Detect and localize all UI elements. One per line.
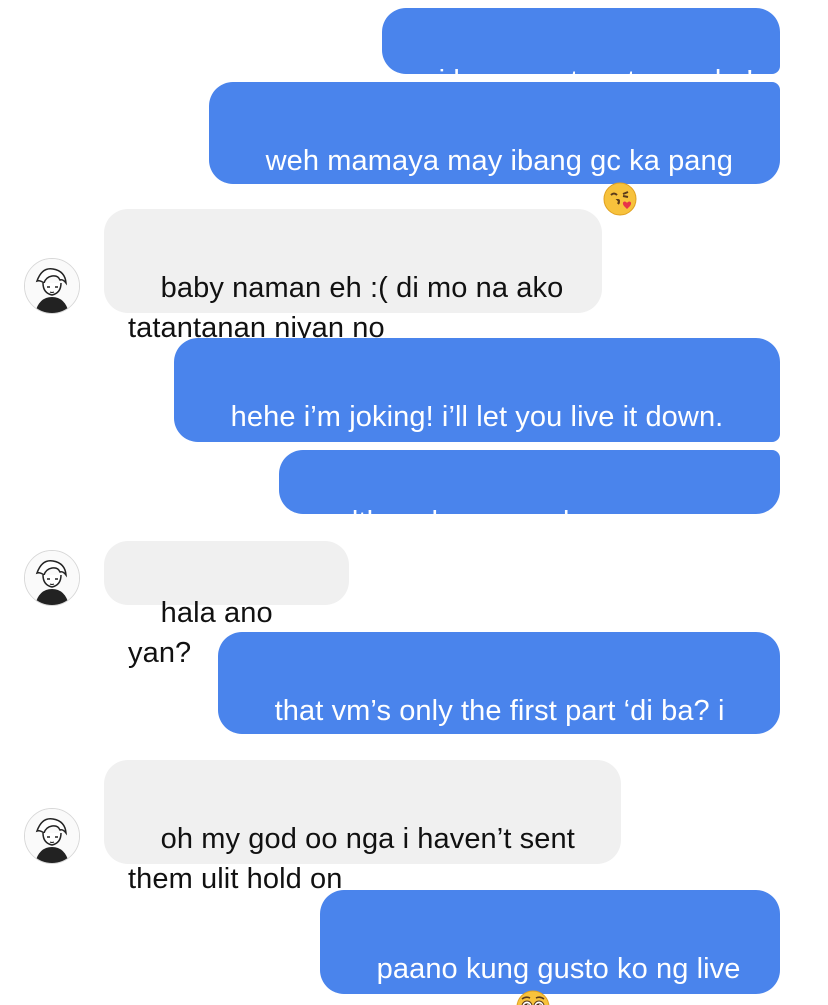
contact-avatar[interactable] (24, 808, 80, 864)
outgoing-message[interactable]: that vm’s only the first part ‘di ba? i … (218, 632, 780, 767)
message-text: that vm’s only the first part ‘di ba? i … (242, 695, 725, 767)
incoming-message[interactable]: baby naman eh :( di mo na ako tatantanan… (104, 209, 602, 344)
incoming-message[interactable]: oh my god oo nga i haven’t sent them uli… (104, 760, 621, 895)
outgoing-message[interactable]: paano kung gusto ko ng live performance (320, 890, 780, 1005)
outgoing-message[interactable]: although meron akong concern (279, 450, 780, 538)
contact-avatar[interactable] (24, 550, 80, 606)
message-text: although meron akong concern (335, 506, 739, 538)
chat-thread: i love you too, tsumu ko! weh mamaya may… (0, 0, 828, 1005)
incoming-message[interactable]: hala ano yan? (104, 541, 349, 669)
message-text: baby naman eh :( di mo na ako tatantanan… (128, 272, 564, 344)
outgoing-message[interactable]: weh mamaya may ibang gc ka pang pinadalh… (209, 82, 780, 217)
outgoing-message[interactable]: i love you too, tsumu ko! (382, 8, 780, 97)
contact-avatar[interactable] (24, 258, 80, 314)
pleading-face-icon (516, 990, 550, 1005)
message-text: oh my god oo nga i haven’t sent them uli… (128, 823, 575, 895)
message-text: weh mamaya may ibang gc ka pang pinadalh… (233, 145, 733, 217)
face-blowing-a-kiss-icon (603, 182, 637, 227)
outgoing-message[interactable]: hehe i’m joking! i’ll let you live it do… (174, 338, 780, 473)
